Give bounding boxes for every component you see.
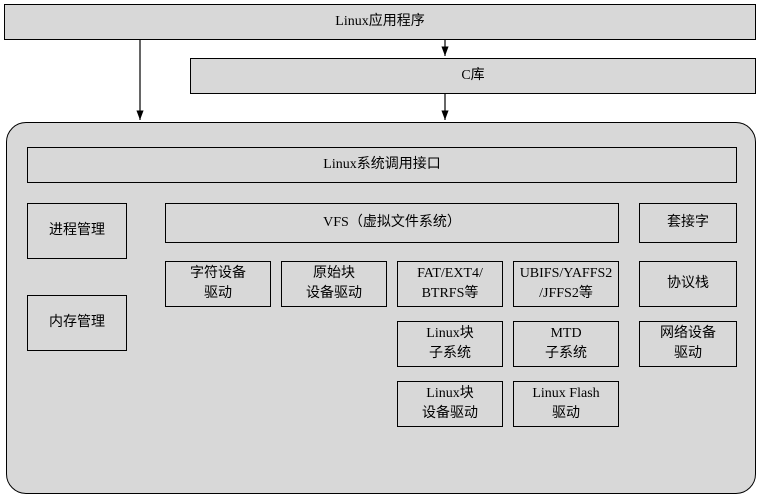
socket-label: 套接字: [667, 213, 709, 233]
protocol-stack-box: 协议栈: [639, 261, 737, 307]
filesystems-box: FAT/EXT4/ BTRFS等: [397, 261, 503, 307]
mtd-subsystem-box: MTD 子系统: [513, 321, 619, 367]
block-driver-box: Linux块 设备驱动: [397, 381, 503, 427]
chardev-driver-box: 字符设备 驱动: [165, 261, 271, 307]
c-library-box: C库: [190, 58, 756, 94]
mtd-subsystem-label: MTD 子系统: [545, 324, 587, 363]
rawblock-driver-label: 原始块 设备驱动: [306, 264, 362, 303]
linux-app-label: Linux应用程序: [335, 12, 424, 32]
vfs-box: VFS（虚拟文件系统）: [165, 203, 619, 243]
linux-app-box: Linux应用程序: [4, 4, 756, 40]
socket-box: 套接字: [639, 203, 737, 243]
memory-mgmt-label: 内存管理: [49, 313, 105, 333]
filesystems-label: FAT/EXT4/ BTRFS等: [417, 264, 483, 303]
block-subsystem-label: Linux块 子系统: [426, 324, 473, 363]
syscall-interface-label: Linux系统调用接口: [323, 155, 440, 175]
block-driver-label: Linux块 设备驱动: [422, 384, 478, 423]
flash-driver-box: Linux Flash 驱动: [513, 381, 619, 427]
vfs-label: VFS（虚拟文件系统）: [323, 213, 461, 233]
process-mgmt-box: 进程管理: [27, 203, 127, 259]
netdev-driver-label: 网络设备 驱动: [660, 324, 716, 363]
netdev-driver-box: 网络设备 驱动: [639, 321, 737, 367]
c-library-label: C库: [461, 66, 484, 86]
block-subsystem-box: Linux块 子系统: [397, 321, 503, 367]
chardev-driver-label: 字符设备 驱动: [190, 264, 246, 303]
flash-filesystems-label: UBIFS/YAFFS2 /JFFS2等: [520, 264, 613, 303]
syscall-interface-box: Linux系统调用接口: [27, 147, 737, 183]
rawblock-driver-box: 原始块 设备驱动: [281, 261, 387, 307]
kernel-container: Linux系统调用接口 进程管理 内存管理 VFS（虚拟文件系统） 套接字 协议…: [6, 122, 756, 494]
flash-filesystems-box: UBIFS/YAFFS2 /JFFS2等: [513, 261, 619, 307]
flash-driver-label: Linux Flash 驱动: [532, 384, 599, 423]
memory-mgmt-box: 内存管理: [27, 295, 127, 351]
process-mgmt-label: 进程管理: [49, 221, 105, 241]
protocol-stack-label: 协议栈: [667, 274, 709, 294]
